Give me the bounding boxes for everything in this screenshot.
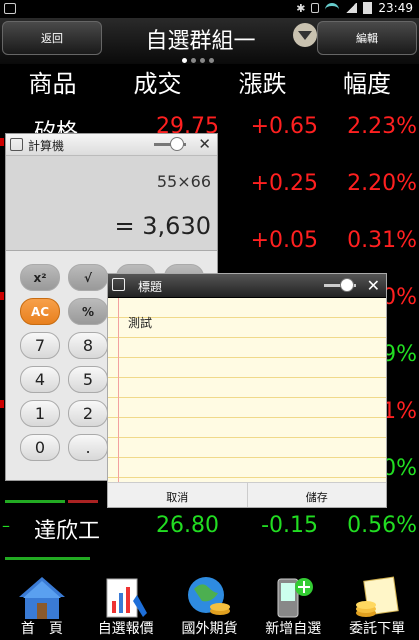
notes-text[interactable]: 測試 xyxy=(128,314,152,331)
group-dropdown-icon[interactable] xyxy=(293,23,317,47)
globe-coins-icon xyxy=(188,577,231,615)
column-header-pct[interactable]: 幅度 xyxy=(315,64,419,100)
save-button[interactable]: 儲存 xyxy=(248,483,387,507)
digit-key[interactable]: 4 xyxy=(20,366,60,393)
quote-row[interactable]: – 達欣工 26.80 -0.15 0.56% xyxy=(0,505,419,562)
calculator-display: 55×66 = 3,630 xyxy=(6,156,217,251)
column-headers: 商品 成交 漲跌 幅度 xyxy=(0,64,419,100)
opacity-slider-knob[interactable] xyxy=(170,137,184,151)
edit-button[interactable]: 編輯 xyxy=(317,21,417,55)
nav-foreign-futures[interactable]: 國外期貨 xyxy=(168,573,252,640)
chart-report-icon xyxy=(106,578,147,618)
row-marker: – xyxy=(2,516,10,535)
percent-key[interactable]: % xyxy=(68,298,108,325)
back-button[interactable]: 返回 xyxy=(2,21,102,55)
close-icon[interactable]: ✕ xyxy=(367,276,380,295)
notes-titlebar[interactable]: 標題 ✕ xyxy=(108,274,386,298)
digit-key[interactable]: 7 xyxy=(20,332,60,359)
bottom-nav: 首 頁 自選報價 國外期貨 新增自選 委託下單 xyxy=(0,573,419,640)
nav-label: 新增自選 xyxy=(265,621,322,637)
page-dot xyxy=(191,58,196,63)
notes-editor[interactable]: 測試 xyxy=(108,298,386,482)
notes-actions: 取消 儲存 xyxy=(108,482,386,507)
stock-name: 達欣工 xyxy=(34,519,101,544)
clock: 23:49 xyxy=(378,1,413,15)
battery-icon xyxy=(363,2,373,14)
nav-place-order[interactable]: 委託下單 xyxy=(335,573,419,640)
notes-title: 標題 xyxy=(138,280,163,294)
status-bar: ✱ 23:49 xyxy=(0,0,419,18)
nav-label: 自選報價 xyxy=(97,621,154,637)
nav-label: 委託下單 xyxy=(349,621,406,637)
calculator-titlebar[interactable]: 計算機 ✕ xyxy=(6,134,217,156)
row-marker xyxy=(0,400,4,408)
close-icon[interactable]: ✕ xyxy=(198,135,211,153)
stock-pct: 9% xyxy=(382,342,417,367)
calculator-expression: 55×66 xyxy=(156,172,211,191)
stock-change: +0.05 xyxy=(250,228,318,253)
nav-watchlist[interactable]: 自選報價 xyxy=(84,573,168,640)
volume-bar xyxy=(5,557,90,560)
nav-add-watchlist[interactable]: 新增自選 xyxy=(251,573,335,640)
decimal-key[interactable]: . xyxy=(68,434,108,461)
order-coins-icon xyxy=(356,576,399,617)
page-dot xyxy=(200,58,205,63)
opacity-slider-knob[interactable] xyxy=(340,278,354,292)
column-header-name[interactable]: 商品 xyxy=(0,64,105,100)
square-key[interactable]: x² xyxy=(20,264,60,291)
expand-icon[interactable] xyxy=(112,278,125,291)
bluetooth-icon: ✱ xyxy=(296,1,306,15)
page-indicator xyxy=(182,58,214,63)
page-dot xyxy=(209,58,214,63)
page-dot xyxy=(182,58,187,63)
notes-window[interactable]: 標題 ✕ 測試 取消 儲存 xyxy=(107,273,387,508)
calculator-result: = 3,630 xyxy=(114,212,211,240)
digit-key[interactable]: 2 xyxy=(68,400,108,427)
nav-home[interactable]: 首 頁 xyxy=(0,573,84,640)
wifi-icon xyxy=(325,3,340,13)
stock-pct: 0.56% xyxy=(347,513,417,538)
nav-label: 國外期貨 xyxy=(181,621,238,637)
page-title: 自選群組一 xyxy=(145,29,256,54)
digit-key[interactable]: 8 xyxy=(68,332,108,359)
stock-change: -0.15 xyxy=(261,513,318,538)
stock-pct: 0.31% xyxy=(347,228,417,253)
stock-pct: 0% xyxy=(382,285,417,310)
row-marker xyxy=(0,138,4,146)
screenshot-icon xyxy=(4,3,16,14)
header-bar: 返回 自選群組一 編輯 xyxy=(0,18,419,64)
row-marker xyxy=(0,292,4,300)
calculator-title: 計算機 xyxy=(28,139,65,153)
phone-add-icon xyxy=(277,578,314,618)
expand-icon[interactable] xyxy=(10,138,23,151)
column-header-price[interactable]: 成交 xyxy=(105,64,210,100)
digit-key[interactable]: 0 xyxy=(20,434,60,461)
nav-label: 首 頁 xyxy=(20,621,63,637)
clear-key[interactable]: AC xyxy=(20,298,60,325)
stock-pct: 2.20% xyxy=(347,171,417,196)
stock-pct: 2.23% xyxy=(347,114,417,139)
stock-change: +0.65 xyxy=(250,114,318,139)
digit-key[interactable]: 5 xyxy=(68,366,108,393)
stock-pct: 0% xyxy=(382,456,417,481)
vibrate-icon xyxy=(311,3,320,13)
stock-price: 26.80 xyxy=(156,513,219,538)
stock-change: +0.25 xyxy=(250,171,318,196)
column-header-change[interactable]: 漲跌 xyxy=(210,64,315,100)
volume-bar xyxy=(5,500,65,503)
cancel-button[interactable]: 取消 xyxy=(108,483,248,507)
stock-pct: 1% xyxy=(382,399,417,424)
margin-line xyxy=(118,298,119,482)
signal-icon xyxy=(345,3,358,13)
sqrt-key[interactable]: √ xyxy=(68,264,108,291)
home-icon xyxy=(18,577,65,619)
volume-bar xyxy=(68,500,98,503)
digit-key[interactable]: 1 xyxy=(20,400,60,427)
